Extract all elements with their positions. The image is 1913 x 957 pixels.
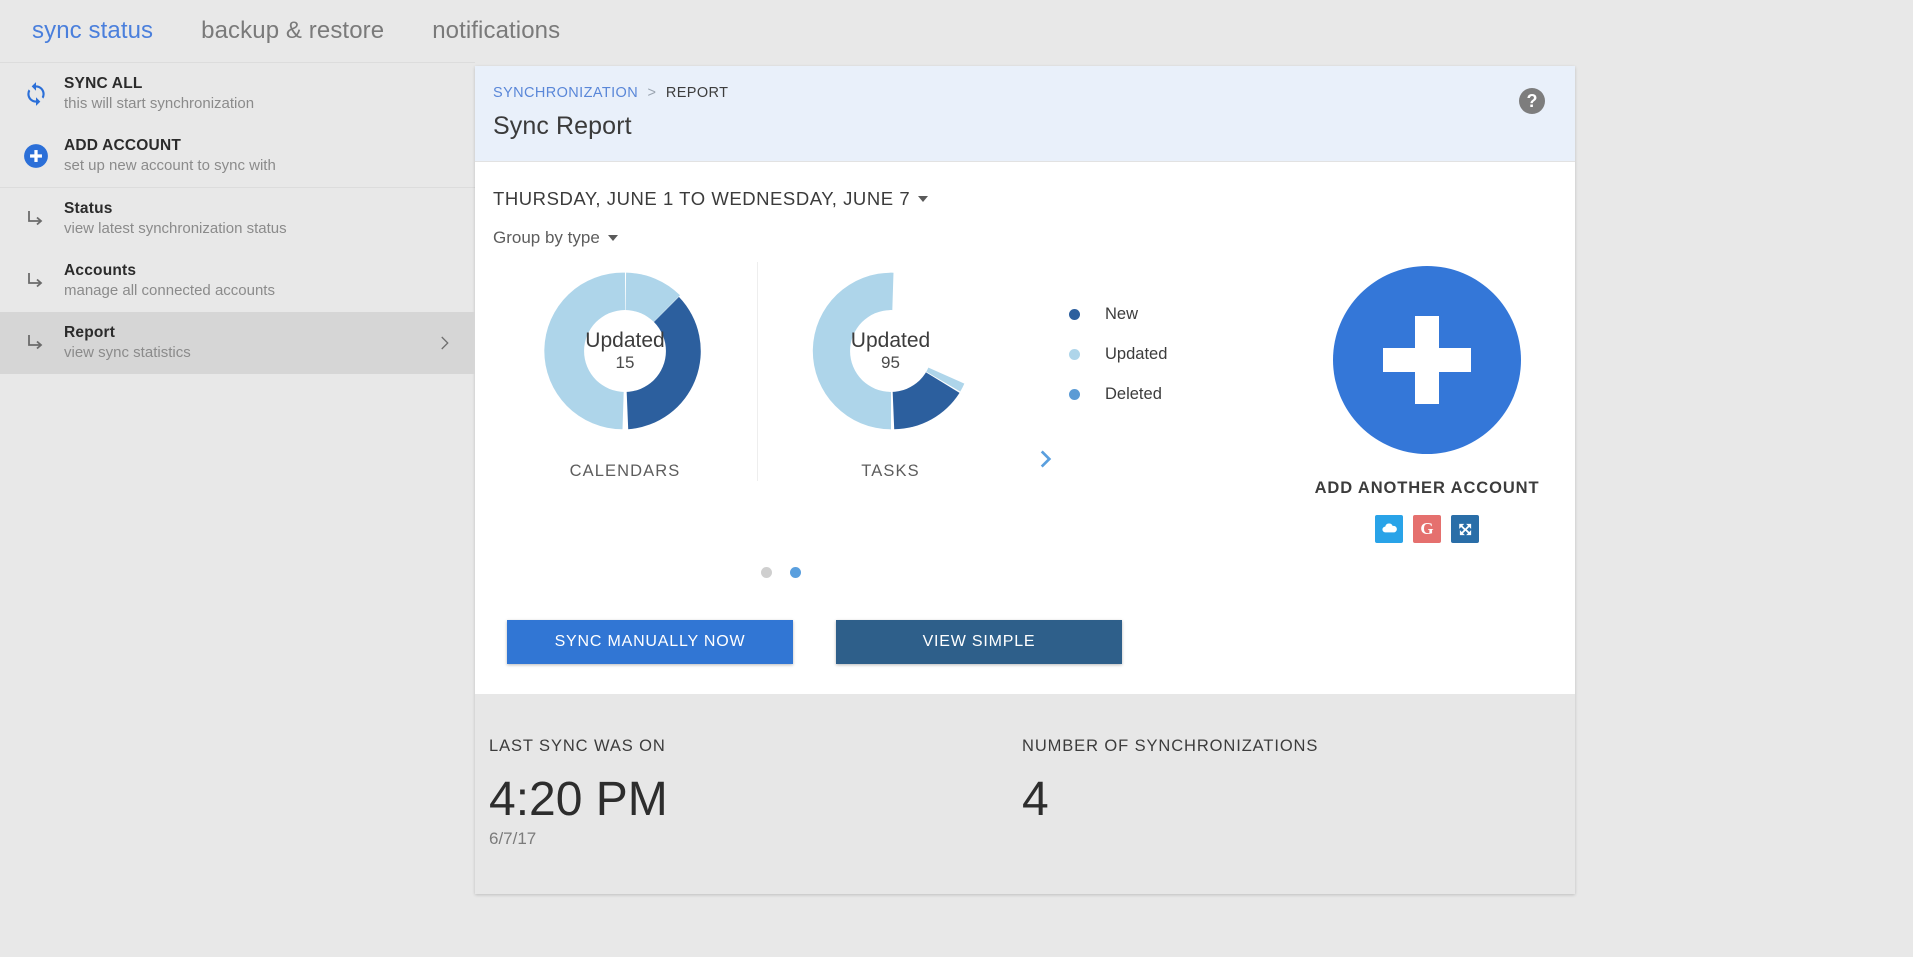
chart-legend: New Updated Deleted xyxy=(1069,262,1279,414)
group-by-selector[interactable]: Group by type xyxy=(493,228,618,248)
legend-color-swatch xyxy=(1069,348,1080,360)
donut-hole xyxy=(849,310,932,392)
donut-svg xyxy=(812,272,964,430)
stat-subvalue: 6/7/17 xyxy=(489,829,537,848)
donut-svg xyxy=(544,272,701,430)
donut-caption: CALENDARS xyxy=(569,462,681,480)
carousel-dots xyxy=(493,567,1069,578)
sidebar-item-subtitle: this will start synchronization xyxy=(64,95,255,112)
add-account-plus-button[interactable] xyxy=(1333,266,1521,454)
add-circle-icon xyxy=(8,143,64,169)
tab-sync-status[interactable]: sync status xyxy=(8,0,177,62)
legend-color-swatch xyxy=(1069,388,1080,400)
sidebar-item-accounts[interactable]: Accounts manage all connected accounts xyxy=(0,250,475,312)
arrow-branch-icon xyxy=(8,207,64,231)
carousel-next-button[interactable] xyxy=(1023,262,1069,543)
tab-backup-restore[interactable]: backup & restore xyxy=(177,0,408,62)
legend-label: New xyxy=(1105,304,1139,323)
sidebar-item-add-account[interactable]: ADD ACCOUNT set up new account to sync w… xyxy=(0,125,475,187)
legend-label: Deleted xyxy=(1105,384,1162,403)
sync-report-card: SYNCHRONIZATION > REPORT Sync Report ? T… xyxy=(475,66,1575,894)
charts-row: Updated 15 CALENDARS Updated 95 TASKS Ne… xyxy=(493,262,1575,543)
breadcrumb-current: REPORT xyxy=(665,85,729,101)
sidebar-item-text: ADD ACCOUNT set up new account to sync w… xyxy=(64,136,457,176)
sidebar: SYNC ALL this will start synchronization… xyxy=(0,62,475,957)
legend-item-updated: Updated xyxy=(1069,334,1279,374)
legend-color-swatch xyxy=(1069,308,1080,320)
sidebar-item-subtitle: view latest synchronization status xyxy=(64,220,287,237)
stat-value: 4:20 PM xyxy=(489,773,668,826)
donut-chart-tasks: Updated 95 TASKS xyxy=(758,262,1023,481)
sidebar-group-navigation: Status view latest synchronization statu… xyxy=(0,187,475,374)
sidebar-item-subtitle: view sync statistics xyxy=(64,344,191,361)
chevron-right-icon xyxy=(431,334,457,352)
main-content: SYNCHRONIZATION > REPORT Sync Report ? T… xyxy=(475,62,1913,957)
card-footer-stats: LAST SYNC WAS ON 4:20 PM 6/7/17 NUMBER O… xyxy=(475,694,1575,894)
sidebar-item-text: Accounts manage all connected accounts xyxy=(64,261,457,301)
card-body: THURSDAY, JUNE 1 TO WEDNESDAY, JUNE 7 Gr… xyxy=(475,162,1575,694)
sidebar-item-title: ADD ACCOUNT xyxy=(64,137,182,154)
card-header-text: SYNCHRONIZATION > REPORT Sync Report xyxy=(493,84,1519,141)
group-by-label: Group by type xyxy=(493,228,600,247)
tab-notifications[interactable]: notifications xyxy=(408,0,584,62)
legend-item-new: New xyxy=(1069,294,1279,334)
donut-hole xyxy=(584,310,666,392)
arrow-branch-icon xyxy=(8,269,64,293)
arrow-branch-icon xyxy=(8,331,64,355)
exchange-provider-icon[interactable] xyxy=(1451,515,1479,543)
top-tab-bar: sync status backup & restore notificatio… xyxy=(0,0,1913,62)
sidebar-item-title: SYNC ALL xyxy=(64,75,143,92)
help-question-icon[interactable]: ? xyxy=(1519,88,1545,114)
chevron-down-icon xyxy=(607,235,618,241)
breadcrumb-root[interactable]: SYNCHRONIZATION xyxy=(493,85,638,101)
sidebar-item-subtitle: set up new account to sync with xyxy=(64,157,276,174)
date-range-label: THURSDAY, JUNE 1 TO WEDNESDAY, JUNE 7 xyxy=(493,188,911,209)
page-body: SYNC ALL this will start synchronization… xyxy=(0,62,1913,957)
stat-label: NUMBER OF SYNCHRONIZATIONS xyxy=(1022,737,1319,755)
page-title: Sync Report xyxy=(493,112,632,140)
date-range-selector[interactable]: THURSDAY, JUNE 1 TO WEDNESDAY, JUNE 7 xyxy=(493,188,929,210)
cloud-provider-icon[interactable] xyxy=(1375,515,1403,543)
google-provider-icon[interactable]: G xyxy=(1413,515,1441,543)
sidebar-item-title: Accounts xyxy=(64,262,137,279)
legend-label: Updated xyxy=(1105,344,1168,363)
sidebar-item-sync-all[interactable]: SYNC ALL this will start synchronization xyxy=(0,63,475,125)
add-another-account-section: ADD ANOTHER ACCOUNT G xyxy=(1279,262,1575,543)
stat-number-of-syncs: NUMBER OF SYNCHRONIZATIONS 4 xyxy=(1022,736,1555,850)
sidebar-item-text: SYNC ALL this will start synchronization xyxy=(64,74,457,114)
sidebar-group-actions: SYNC ALL this will start synchronization… xyxy=(0,62,475,187)
carousel-dot-2[interactable] xyxy=(790,567,801,578)
donut-graphic[interactable]: Updated 95 xyxy=(802,262,980,440)
sidebar-item-title: Status xyxy=(64,200,113,217)
breadcrumb-separator: > xyxy=(647,85,657,101)
chevron-down-icon xyxy=(918,196,929,202)
view-simple-button[interactable]: VIEW SIMPLE xyxy=(836,620,1122,664)
breadcrumb: SYNCHRONIZATION > REPORT xyxy=(493,84,1519,102)
donut-graphic[interactable]: Updated 15 xyxy=(536,262,714,440)
sidebar-item-text: Status view latest synchronization statu… xyxy=(64,199,457,239)
legend-item-deleted: Deleted xyxy=(1069,374,1279,414)
stat-last-sync: LAST SYNC WAS ON 4:20 PM 6/7/17 xyxy=(489,736,1022,850)
action-buttons: SYNC MANUALLY NOW VIEW SIMPLE xyxy=(493,620,1575,664)
chevron-right-icon xyxy=(1036,447,1056,476)
sync-icon xyxy=(8,81,64,107)
sync-manually-now-button[interactable]: SYNC MANUALLY NOW xyxy=(507,620,793,664)
add-account-caption: ADD ANOTHER ACCOUNT xyxy=(1314,479,1540,497)
stat-value: 4 xyxy=(1022,773,1049,826)
provider-icon-row: G xyxy=(1375,515,1479,543)
sidebar-item-report[interactable]: Report view sync statistics xyxy=(0,312,475,374)
sidebar-item-text: Report view sync statistics xyxy=(64,323,431,363)
donut-caption: TASKS xyxy=(861,462,920,480)
stat-label: LAST SYNC WAS ON xyxy=(489,737,666,755)
card-header: SYNCHRONIZATION > REPORT Sync Report ? xyxy=(475,66,1575,162)
carousel-dot-1[interactable] xyxy=(761,567,772,578)
donut-chart-calendars: Updated 15 CALENDARS xyxy=(493,262,758,481)
sidebar-item-title: Report xyxy=(64,324,116,341)
sidebar-item-status[interactable]: Status view latest synchronization statu… xyxy=(0,188,475,250)
sidebar-item-subtitle: manage all connected accounts xyxy=(64,282,275,299)
